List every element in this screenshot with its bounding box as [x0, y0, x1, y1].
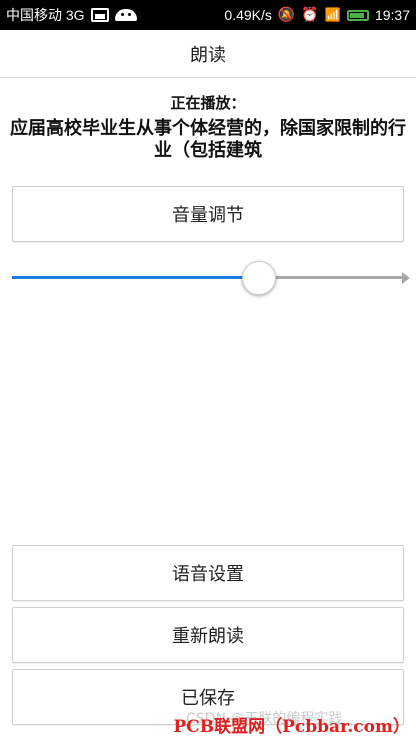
- pcb-watermark: PCB联盟网（Pcbbar.com）: [173, 717, 410, 737]
- now-playing-label: 正在播放：: [170, 94, 246, 112]
- now-playing-title: 应届高校毕业生从事个体经营的，除国家限制的行业（包括建筑: [10, 118, 406, 161]
- app-bar: 朗读: [0, 30, 416, 78]
- volume-button[interactable]: 音量调节: [12, 186, 404, 242]
- carrier-text: 中国移动 3G: [6, 7, 85, 23]
- mute-icon: 🔕: [277, 7, 296, 23]
- alarm-icon: ⏰: [301, 7, 319, 23]
- android-icon: [114, 9, 137, 21]
- status-bar: 中国移动 3G 0.49K/s 🔕 ⏰ 📶 19:37: [0, 0, 416, 30]
- slider-end-marker: [402, 272, 410, 284]
- network-speed: 0.49K/s: [224, 7, 272, 23]
- reread-button[interactable]: 重新朗读: [12, 607, 404, 663]
- voice-settings-button[interactable]: 语音设置: [12, 545, 404, 601]
- clock: 19:37: [374, 7, 410, 23]
- wifi-icon: 📶: [324, 7, 341, 23]
- slider-thumb[interactable]: [241, 261, 276, 295]
- gallery-icon: [90, 8, 109, 22]
- volume-slider[interactable]: [12, 260, 410, 296]
- page-title: 朗读: [190, 44, 226, 66]
- battery-icon: [346, 9, 369, 21]
- slider-fill: [12, 276, 259, 279]
